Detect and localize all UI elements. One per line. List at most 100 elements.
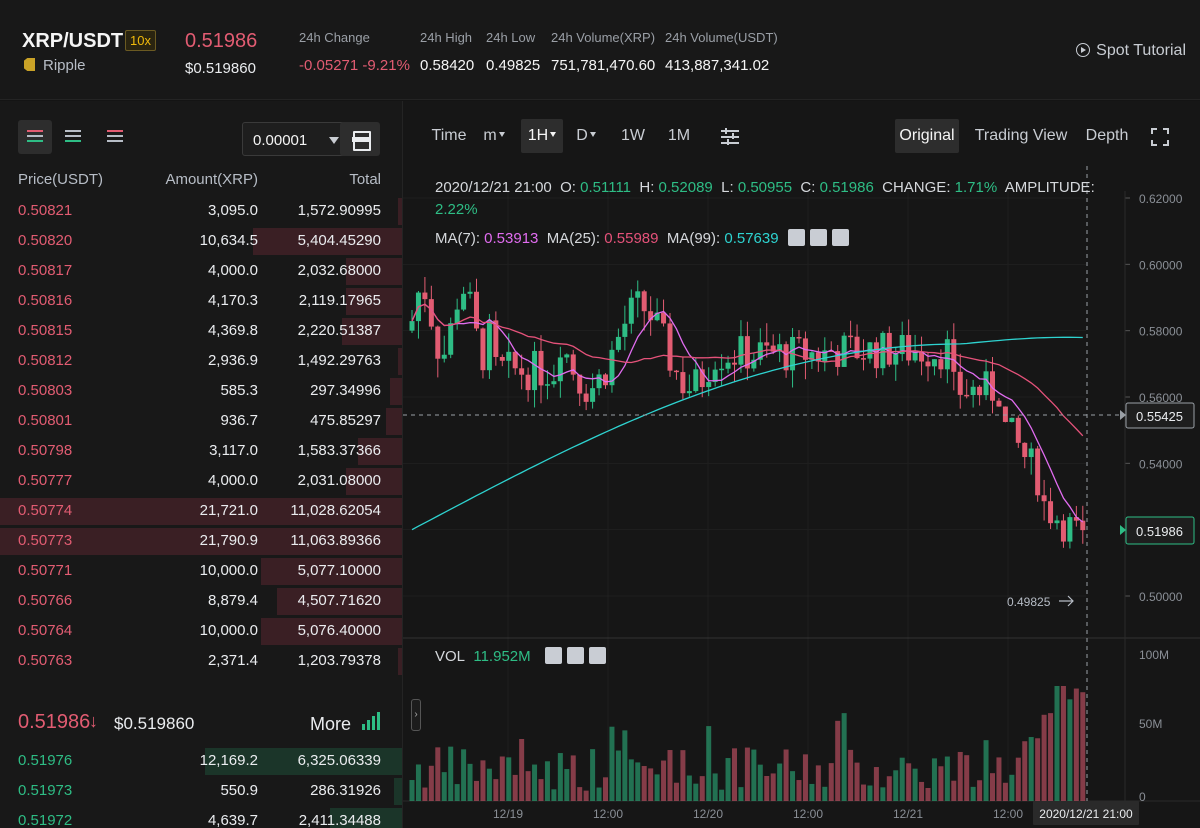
candle-body <box>957 371 963 395</box>
ask-row[interactable]: 0.50803 585.3 297.34996 <box>0 376 402 406</box>
row-amount: 4,000.0 <box>207 472 258 489</box>
candle-body <box>422 292 428 300</box>
volume-bar <box>441 772 447 801</box>
leverage-badge: 10x <box>125 30 156 51</box>
candle-body <box>461 293 467 310</box>
volume-bar <box>428 765 434 801</box>
signal-bars-icon <box>362 712 382 730</box>
last-price-usd: $0.519860 <box>185 60 256 77</box>
col-amount: Amount(XRP) <box>165 171 258 188</box>
bid-row[interactable]: 0.51976 12,169.2 6,325.06339 <box>0 746 402 776</box>
collapse-toolbar-handle[interactable]: › <box>411 699 421 731</box>
bid-row[interactable]: 0.51972 4,639.7 2,411.34488 <box>0 806 402 828</box>
row-total: 5,077.10000 <box>297 562 381 579</box>
volume-bar <box>1015 757 1021 801</box>
orderbook-bids-view-icon[interactable] <box>56 120 90 154</box>
orderbook-both-view-icon[interactable] <box>18 120 52 154</box>
more-link[interactable]: More <box>310 714 351 735</box>
spot-tutorial-link[interactable]: Spot Tutorial <box>1076 42 1186 60</box>
ask-row[interactable]: 0.50777 4,000.0 2,031.08000 <box>0 466 402 496</box>
ask-row[interactable]: 0.50763 2,371.4 1,203.79378 <box>0 646 402 676</box>
indicator-toggle-icon[interactable] <box>787 229 805 246</box>
ask-row[interactable]: 0.50774 21,721.0 11,028.62054 <box>0 496 402 526</box>
ask-row[interactable]: 0.50801 936.7 475.85297 <box>0 406 402 436</box>
pair-name[interactable]: XRP/USDT <box>22 30 123 53</box>
stat-label: 24h Volume(USDT) <box>665 30 778 45</box>
ask-row[interactable]: 0.50820 10,634.5 5,404.45290 <box>0 226 402 256</box>
ask-row[interactable]: 0.50815 4,369.8 2,220.51387 <box>0 316 402 346</box>
indicator-close-icon[interactable] <box>831 229 849 246</box>
ask-row[interactable]: 0.50766 8,879.4 4,507.71620 <box>0 586 402 616</box>
row-total: 1,583.37366 <box>297 442 381 459</box>
volume-bar <box>448 746 454 801</box>
candle-body <box>977 386 983 396</box>
ask-row[interactable]: 0.50798 3,117.0 1,583.37366 <box>0 436 402 466</box>
volume-bar <box>590 749 596 801</box>
order-book: 0.00001 Price(USDT) Amount(XRP) Total 0.… <box>0 101 402 828</box>
volume-bar <box>577 787 583 801</box>
ask-row[interactable]: 0.50817 4,000.0 2,032.68000 <box>0 256 402 286</box>
volume-bar <box>764 775 770 801</box>
row-total: 2,220.51387 <box>297 322 381 339</box>
candle-body <box>590 388 596 402</box>
candle-body <box>519 368 525 375</box>
orderbook-asks-view-icon[interactable] <box>98 120 132 154</box>
indicator-settings-square-icon[interactable] <box>809 229 827 246</box>
candle-body <box>1015 417 1021 443</box>
ma25-label: MA(25): <box>546 230 601 247</box>
orderbook-header: Price(USDT) Amount(XRP) Total <box>0 171 402 191</box>
row-total: 286.31926 <box>310 782 381 799</box>
row-price: 0.50764 <box>18 622 73 639</box>
volume-bar <box>990 773 995 801</box>
volume-bar <box>944 756 950 801</box>
candle-body <box>996 400 1002 407</box>
volume-bar <box>506 757 512 801</box>
stat-value: -0.05271 -9.21% <box>299 57 410 74</box>
row-price: 0.50798 <box>18 442 73 459</box>
ask-row[interactable]: 0.50764 10,000.0 5,076.40000 <box>0 616 402 646</box>
current-price-label: 0.51986 <box>1136 524 1183 539</box>
volume-bar <box>1035 738 1041 801</box>
volume-bar <box>1067 699 1073 801</box>
ask-row[interactable]: 0.50816 4,170.3 2,119.17965 <box>0 286 402 316</box>
ask-row[interactable]: 0.50773 21,790.9 11,063.89366 <box>0 526 402 556</box>
row-amount: 10,000.0 <box>199 562 258 579</box>
col-total: Total <box>349 171 381 188</box>
coin-name[interactable]: Ripple <box>24 57 86 74</box>
volume-bar <box>1028 737 1034 801</box>
row-total: 5,076.40000 <box>297 622 381 639</box>
ask-row[interactable]: 0.50821 3,095.0 1,572.90995 <box>0 196 402 226</box>
row-total: 297.34996 <box>310 382 381 399</box>
volume-bar <box>938 766 944 801</box>
candle-body <box>906 335 912 361</box>
bid-row[interactable]: 0.51973 550.9 286.31926 <box>0 776 402 806</box>
chart-panel: Time m 1H D 1W 1M Original Trading View … <box>402 101 1200 828</box>
orderbook-settings-button[interactable] <box>340 122 380 156</box>
volume-bar <box>499 756 505 801</box>
x-tick-label: 12/21 <box>893 807 923 821</box>
volume-bar <box>770 773 776 801</box>
vol-toggle-icon[interactable] <box>544 647 562 664</box>
tick-size-select[interactable]: 0.00001 <box>242 122 354 156</box>
candle-body <box>938 359 944 370</box>
stat-value: 413,887,341.02 <box>665 57 770 74</box>
volume-bar <box>757 764 763 801</box>
row-total: 2,411.34488 <box>298 812 381 828</box>
candle-body <box>764 342 770 346</box>
ask-row[interactable]: 0.50771 10,000.0 5,077.10000 <box>0 556 402 586</box>
ma7-label: MA(7): <box>435 230 480 247</box>
volume-bar <box>486 768 492 801</box>
candle-body <box>686 391 692 394</box>
ohlc-amplitude-label: AMPLITUDE: <box>1004 179 1095 196</box>
candle-body <box>719 368 725 371</box>
candle-body <box>512 351 518 369</box>
ohlc-amplitude: 2.22% <box>435 201 478 218</box>
row-amount: 3,095.0 <box>207 202 258 219</box>
vol-close-icon[interactable] <box>588 647 606 664</box>
stat-value: 751,781,470.60 <box>551 57 656 74</box>
volume-bar <box>906 763 912 801</box>
volume-bar <box>712 773 718 801</box>
col-price: Price(USDT) <box>18 171 103 188</box>
vol-settings-icon[interactable] <box>566 647 584 664</box>
ask-row[interactable]: 0.50812 2,936.9 1,492.29763 <box>0 346 402 376</box>
